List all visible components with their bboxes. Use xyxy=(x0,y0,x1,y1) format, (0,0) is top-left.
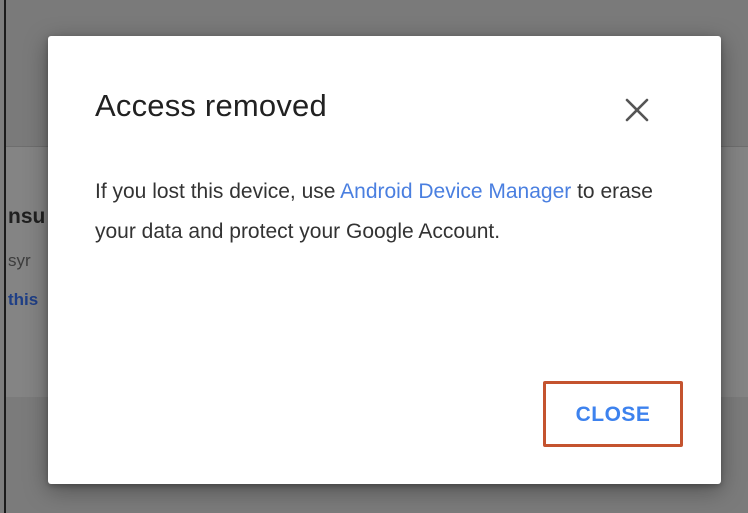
close-button[interactable]: CLOSE xyxy=(556,395,670,435)
close-icon[interactable] xyxy=(618,91,656,129)
dialog-message: If you lost this device, use Android Dev… xyxy=(95,172,675,252)
message-text-start: If you lost this device, use xyxy=(95,180,341,203)
access-removed-dialog: Access removed If you lost this device, … xyxy=(48,36,721,484)
android-device-manager-link[interactable]: Android Device Manager xyxy=(340,180,571,203)
background-heading: nsu xyxy=(8,205,46,228)
background-subtext: syr xyxy=(8,251,31,270)
dialog-title: Access removed xyxy=(95,88,327,123)
background-link: this xyxy=(8,290,39,309)
